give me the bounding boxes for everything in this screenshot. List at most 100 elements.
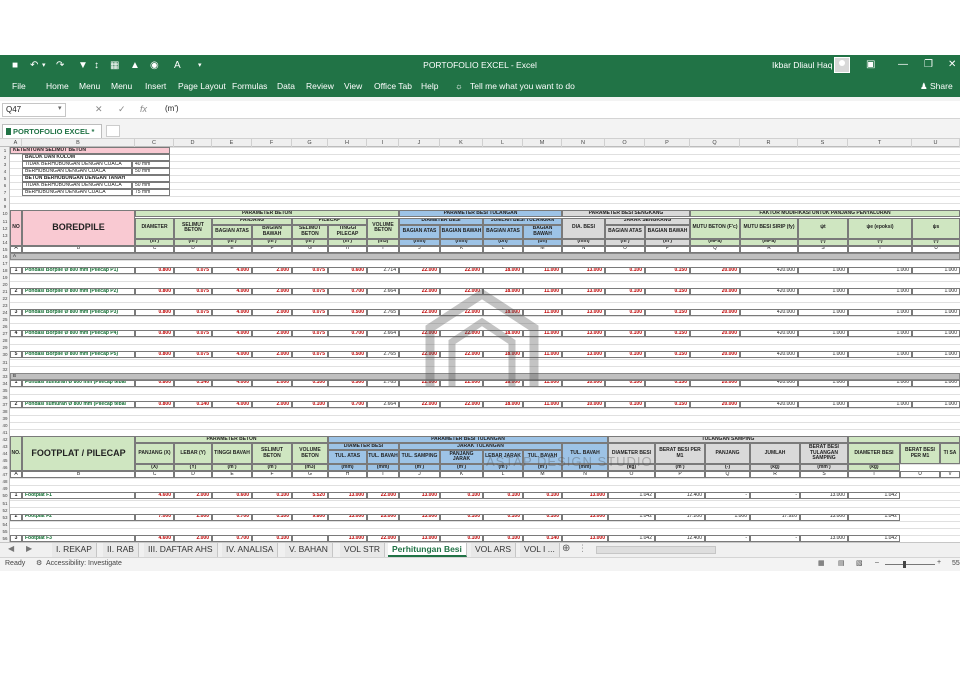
row-header[interactable]: 29 [0,345,10,352]
bore-col-letter[interactable]: D [174,245,212,253]
column-header[interactable]: I [367,139,399,147]
row-header[interactable]: 35 [0,388,10,395]
row-header[interactable]: 33 [0,374,10,381]
row-header[interactable]: 22 [0,296,10,303]
foot-col-letter[interactable]: J [399,471,440,479]
row-header[interactable]: 50 [0,493,10,500]
bore-col-letter[interactable]: J [399,245,440,253]
bore-unit[interactable]: (-) [848,238,912,246]
cancel-icon[interactable]: ✕ [95,104,103,115]
bore-b-row-value[interactable]: 1.000 [798,400,848,408]
menu-review[interactable]: Review [306,81,334,91]
column-header[interactable]: C [135,139,174,147]
tell-me-search[interactable]: Tell me what you want to do [470,81,575,91]
bore-col-letter[interactable]: G [292,245,328,253]
selimut-sub2[interactable]: BETON BERHUBUNGAN DENGAN TANAH [22,175,170,183]
zoom-slider-thumb[interactable] [903,561,906,568]
bore-unit[interactable]: (m') [292,238,328,246]
bore-row-value[interactable]: 13.000 [562,288,605,296]
foot-row-value[interactable]: 22.000 [367,492,399,500]
foot-unit[interactable]: (kg) [848,464,900,472]
enter-icon[interactable]: ✓ [118,104,126,115]
bore-row-value[interactable]: 2.000 [252,266,292,274]
foot-jarak[interactable]: JARAK TULANGAN [399,443,562,451]
foot-title[interactable]: FOOTPLAT / PILECAP [22,436,135,472]
foot-volume[interactable]: VOLUME BETON [292,443,328,465]
bore-col-letter[interactable]: H [328,245,367,253]
foot-row-value[interactable]: 0.700 [212,513,252,521]
row-header[interactable]: 9 [0,204,10,211]
foot-diameter-besi[interactable]: DIAMETER BESI [328,443,399,451]
bore-unit[interactable]: (m') [605,238,645,246]
foot-berat-h[interactable]: BERAT BESI PER M1 [655,443,705,465]
column-header[interactable]: M [523,139,562,147]
foot-col-letter[interactable]: L [483,471,523,479]
foot-row-value[interactable]: 0.100 [252,513,292,521]
foot-berat-samping[interactable]: BERAT BESI TULANGAN SAMPING [800,443,848,465]
bore-col-letter[interactable]: F [252,245,292,253]
bore-row-value[interactable]: 420.000 [740,309,798,317]
row-header[interactable]: 42 [0,437,10,444]
bore-row-value[interactable]: 20.000 [690,309,740,317]
bore-row-value[interactable]: 0.150 [645,351,690,359]
bore-b-row-value[interactable]: 0.100 [292,400,328,408]
bore-row-value[interactable]: 0.700 [328,288,367,296]
bore-b-row-value[interactable]: 22.000 [399,400,440,408]
bore-row-no[interactable]: 1 [10,266,22,274]
bore-sk-atas[interactable]: BAGIAN ATAS [605,224,645,239]
foot-panjang[interactable]: PANJANG (X) [135,443,174,465]
bore-row-value[interactable]: 1.000 [848,330,912,338]
foot-ti-sa[interactable]: TI SA [940,443,960,465]
bore-faktor[interactable]: FAKTOR MODIFIKASI UNTUK PANJANG PENYALUR… [690,210,960,218]
menu-view[interactable]: View [344,81,362,91]
foot-row-value[interactable]: 0.100 [523,513,562,521]
row-header[interactable]: 49 [0,486,10,493]
bore-row-value[interactable]: 0.800 [135,309,174,317]
bore-row-value[interactable]: 0.150 [645,330,690,338]
selimut-v4[interactable]: 75 mm [132,189,170,197]
bore-row-value[interactable]: 4.000 [212,309,252,317]
row-header[interactable]: 53 [0,515,10,522]
foot-row-value[interactable]: 0.100 [252,492,292,500]
restore-icon[interactable]: ❐ [924,59,933,71]
scroll-right-icon[interactable]: ▶ [26,544,32,553]
foot-unit[interactable]: (mm) [367,464,399,472]
page-layout-view-icon[interactable]: ▤ [838,559,845,567]
column-header[interactable]: S [798,139,848,147]
bore-unit[interactable]: (mm) [399,238,440,246]
bore-unit[interactable]: (m') [135,238,174,246]
foot-row-value[interactable]: 1.042 [848,534,900,542]
bore-row-value[interactable]: 0.150 [645,288,690,296]
bore-b-row-value[interactable]: 1.000 [798,379,848,387]
column-header[interactable]: D [174,139,212,147]
row-header[interactable]: 4 [0,169,10,176]
zoom-in-icon[interactable]: + [937,559,941,566]
bore-no-header[interactable]: NO [10,210,22,246]
bore-panjang[interactable]: PANJANG [212,217,292,225]
foot-row-value[interactable]: 0.140 [523,534,562,542]
menu-office-tab[interactable]: Office Tab [374,81,412,91]
row-header[interactable]: 43 [0,444,10,451]
foot-row-value[interactable]: 25.000 [367,513,399,521]
column-header[interactable]: J [399,139,440,147]
foot-row-value[interactable]: 13.000 [562,534,608,542]
foot-lebar[interactable]: LEBAR (Y) [174,443,212,465]
bore-row-value[interactable]: 22.000 [399,266,440,274]
row-header[interactable]: 7 [0,190,10,197]
menu-formulas[interactable]: Formulas [232,81,267,91]
foot-row-value[interactable]: 0.100 [483,513,523,521]
bore-row-value[interactable]: 20.000 [690,266,740,274]
bore-col-letter[interactable]: M [523,245,562,253]
ribbon-display-icon[interactable]: ▣ [866,59,875,71]
row-header[interactable]: 20 [0,282,10,289]
foot-unit[interactable]: (-) [705,464,750,472]
sheet-tab-analisa[interactable]: IV. ANALISA [222,543,279,557]
sheet-tab-rab[interactable]: II. RAB [103,543,139,557]
row-header[interactable]: 19 [0,275,10,282]
column-header[interactable]: F [252,139,292,147]
bore-b-row-value[interactable]: 10.000 [562,379,605,387]
bore-b-row-value[interactable]: 0.100 [292,379,328,387]
bore-row-value[interactable]: 0.700 [328,330,367,338]
bore-sk-bawah[interactable]: BAGIAN BAWAH [645,224,690,239]
row-header[interactable]: 23 [0,303,10,310]
